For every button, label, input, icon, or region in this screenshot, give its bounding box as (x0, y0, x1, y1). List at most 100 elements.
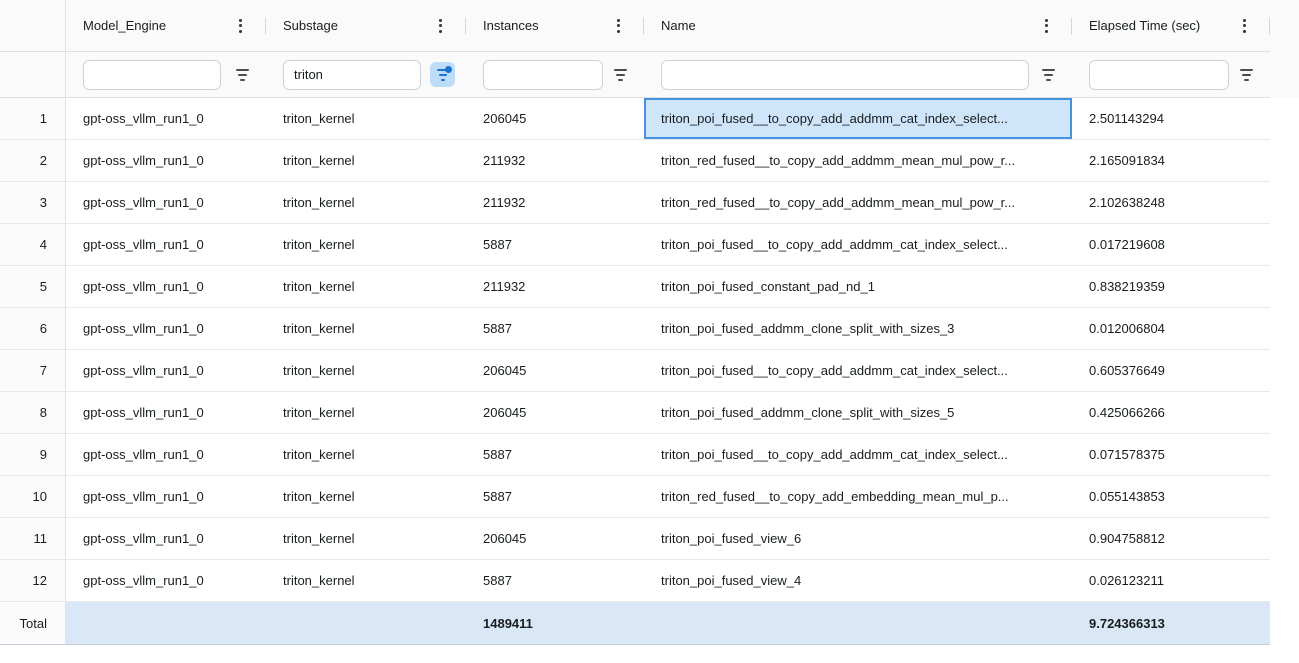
cell-substage[interactable]: triton_kernel (266, 98, 466, 140)
table-row: 2 gpt-oss_vllm_run1_0 triton_kernel 2119… (0, 140, 1299, 182)
total-row: Total 1489411 9.724366313 (0, 602, 1299, 645)
cell-model-engine[interactable]: gpt-oss_vllm_run1_0 (66, 182, 266, 224)
cell-model-engine[interactable]: gpt-oss_vllm_run1_0 (66, 140, 266, 182)
total-cell-substage (266, 602, 466, 645)
kebab-menu-icon[interactable] (1040, 13, 1053, 39)
filter-button[interactable] (1234, 62, 1259, 87)
cell-name[interactable]: triton_poi_fused_addmm_clone_split_with_… (644, 308, 1072, 350)
model-engine-filter-input[interactable] (83, 60, 221, 90)
cell-name[interactable]: triton_red_fused__to_copy_add_embedding_… (644, 476, 1072, 518)
cell-elapsed-time[interactable]: 0.055143853 (1072, 476, 1270, 518)
cell-model-engine[interactable]: gpt-oss_vllm_run1_0 (66, 392, 266, 434)
cell-substage[interactable]: triton_kernel (266, 308, 466, 350)
cell-instances[interactable]: 5887 (466, 476, 644, 518)
filter-button[interactable] (1036, 62, 1061, 87)
column-label: Instances (483, 18, 539, 33)
cell-model-engine[interactable]: gpt-oss_vllm_run1_0 (66, 476, 266, 518)
row-number-cell: 1 (0, 98, 66, 140)
cell-model-engine[interactable]: gpt-oss_vllm_run1_0 (66, 560, 266, 602)
filter-cell-model-engine (66, 52, 266, 98)
cell-model-engine[interactable]: gpt-oss_vllm_run1_0 (66, 266, 266, 308)
header-cell-elapsed-time[interactable]: Elapsed Time (sec) (1072, 0, 1270, 52)
filter-lines-icon (236, 69, 249, 81)
elapsed-time-filter-input[interactable] (1089, 60, 1229, 90)
cell-name[interactable]: triton_poi_fused_view_6 (644, 518, 1072, 560)
cell-name[interactable]: triton_red_fused__to_copy_add_addmm_mean… (644, 182, 1072, 224)
table-row: 6 gpt-oss_vllm_run1_0 triton_kernel 5887… (0, 308, 1299, 350)
cell-elapsed-time[interactable]: 0.012006804 (1072, 308, 1270, 350)
cell-model-engine[interactable]: gpt-oss_vllm_run1_0 (66, 98, 266, 140)
cell-name[interactable]: triton_poi_fused__to_copy_add_addmm_cat_… (644, 434, 1072, 476)
cell-instances[interactable]: 211932 (466, 182, 644, 224)
cell-model-engine[interactable]: gpt-oss_vllm_run1_0 (66, 350, 266, 392)
cell-substage[interactable]: triton_kernel (266, 140, 466, 182)
cell-model-engine[interactable]: gpt-oss_vllm_run1_0 (66, 308, 266, 350)
cell-elapsed-time[interactable]: 0.017219608 (1072, 224, 1270, 266)
cell-name[interactable]: triton_poi_fused_view_4 (644, 560, 1072, 602)
cell-substage[interactable]: triton_kernel (266, 392, 466, 434)
filter-button-active[interactable] (430, 62, 455, 87)
cell-elapsed-time[interactable]: 0.026123211 (1072, 560, 1270, 602)
cell-substage[interactable]: triton_kernel (266, 350, 466, 392)
cell-substage[interactable]: triton_kernel (266, 182, 466, 224)
cell-substage[interactable]: triton_kernel (266, 560, 466, 602)
header-cell-model-engine[interactable]: Model_Engine (66, 0, 266, 52)
cell-substage[interactable]: triton_kernel (266, 518, 466, 560)
cell-name[interactable]: triton_poi_fused_constant_pad_nd_1 (644, 266, 1072, 308)
cell-substage[interactable]: triton_kernel (266, 476, 466, 518)
table-row: 10 gpt-oss_vllm_run1_0 triton_kernel 588… (0, 476, 1299, 518)
cell-elapsed-time[interactable]: 0.425066266 (1072, 392, 1270, 434)
cell-elapsed-time[interactable]: 0.904758812 (1072, 518, 1270, 560)
total-filler (1270, 602, 1299, 645)
cell-instances[interactable]: 211932 (466, 266, 644, 308)
header-cell-name[interactable]: Name (644, 0, 1072, 52)
filter-lines-icon (1042, 69, 1055, 81)
kebab-menu-icon[interactable] (234, 13, 247, 39)
name-filter-input[interactable] (661, 60, 1029, 90)
row-filler (1270, 224, 1299, 266)
cell-name[interactable]: triton_red_fused__to_copy_add_addmm_mean… (644, 140, 1072, 182)
cell-instances[interactable]: 211932 (466, 140, 644, 182)
cell-substage[interactable]: triton_kernel (266, 224, 466, 266)
row-filler (1270, 434, 1299, 476)
cell-substage[interactable]: triton_kernel (266, 434, 466, 476)
row-filler (1270, 518, 1299, 560)
cell-model-engine[interactable]: gpt-oss_vllm_run1_0 (66, 434, 266, 476)
cell-name[interactable]: triton_poi_fused__to_copy_add_addmm_cat_… (644, 224, 1072, 266)
cell-elapsed-time[interactable]: 0.605376649 (1072, 350, 1270, 392)
kebab-menu-icon[interactable] (1238, 13, 1251, 39)
substage-filter-input[interactable] (283, 60, 421, 90)
cell-instances[interactable]: 5887 (466, 308, 644, 350)
kebab-menu-icon[interactable] (434, 13, 447, 39)
cell-instances[interactable]: 5887 (466, 560, 644, 602)
cell-elapsed-time[interactable]: 2.102638248 (1072, 182, 1270, 224)
cell-instances[interactable]: 206045 (466, 350, 644, 392)
cell-instances[interactable]: 206045 (466, 392, 644, 434)
cell-model-engine[interactable]: gpt-oss_vllm_run1_0 (66, 224, 266, 266)
cell-name[interactable]: triton_poi_fused__to_copy_add_addmm_cat_… (644, 350, 1072, 392)
cell-model-engine[interactable]: gpt-oss_vllm_run1_0 (66, 518, 266, 560)
cell-substage[interactable]: triton_kernel (266, 266, 466, 308)
cell-name[interactable]: triton_poi_fused_addmm_clone_split_with_… (644, 392, 1072, 434)
cell-elapsed-time[interactable]: 0.071578375 (1072, 434, 1270, 476)
row-number-cell: 11 (0, 518, 66, 560)
cell-instances[interactable]: 5887 (466, 224, 644, 266)
total-label-cell: Total (0, 602, 66, 645)
row-number-cell: 2 (0, 140, 66, 182)
instances-filter-input[interactable] (483, 60, 603, 90)
cell-instances[interactable]: 206045 (466, 518, 644, 560)
cell-instances[interactable]: 206045 (466, 98, 644, 140)
cell-elapsed-time[interactable]: 0.838219359 (1072, 266, 1270, 308)
header-cell-substage[interactable]: Substage (266, 0, 466, 52)
cell-name[interactable]: triton_poi_fused__to_copy_add_addmm_cat_… (644, 98, 1072, 140)
cell-elapsed-time[interactable]: 2.165091834 (1072, 140, 1270, 182)
cell-instances[interactable]: 5887 (466, 434, 644, 476)
filter-cell-row-number (0, 52, 66, 98)
header-cell-instances[interactable]: Instances (466, 0, 644, 52)
filter-button[interactable] (230, 62, 255, 87)
row-number-cell: 4 (0, 224, 66, 266)
kebab-menu-icon[interactable] (612, 13, 625, 39)
row-filler (1270, 560, 1299, 602)
cell-elapsed-time[interactable]: 2.501143294 (1072, 98, 1270, 140)
filter-button[interactable] (608, 62, 633, 87)
